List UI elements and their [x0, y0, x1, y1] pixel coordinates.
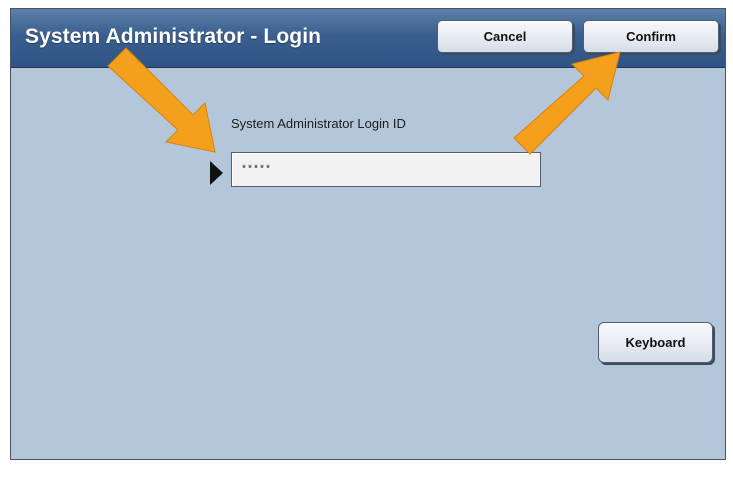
- confirm-button[interactable]: Confirm: [583, 20, 719, 53]
- login-id-field[interactable]: *****: [231, 152, 541, 187]
- keyboard-button[interactable]: Keyboard: [598, 322, 713, 363]
- admin-login-screen: System Administrator - Login Cancel Conf…: [10, 8, 726, 460]
- page-title: System Administrator - Login: [25, 25, 322, 48]
- focus-indicator-icon: [210, 161, 223, 185]
- title-bar: System Administrator - Login Cancel Conf…: [11, 9, 725, 68]
- login-id-label: System Administrator Login ID: [231, 116, 406, 131]
- cancel-button[interactable]: Cancel: [437, 20, 573, 53]
